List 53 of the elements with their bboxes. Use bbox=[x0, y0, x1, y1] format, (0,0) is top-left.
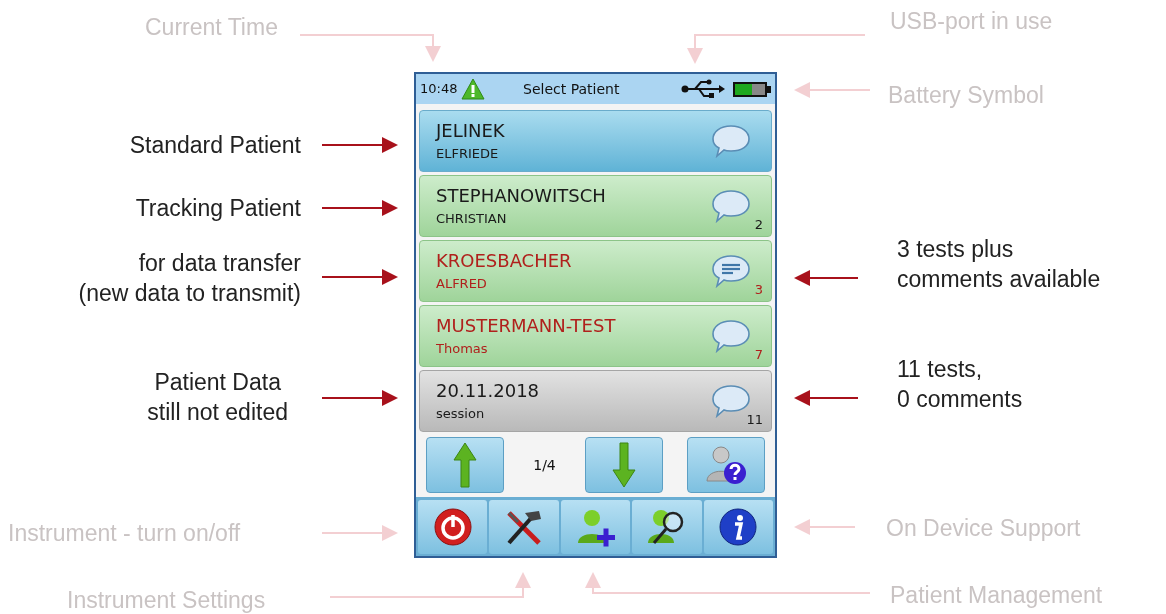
patient-row[interactable]: JELINEK ELFRIEDE bbox=[419, 110, 772, 172]
annotation-label: Patient Management bbox=[890, 581, 1103, 610]
page-indicator: 1/4 bbox=[532, 455, 557, 475]
annotation-label: Tracking Patient bbox=[135, 194, 301, 223]
patient-last-name: KROESBACHER bbox=[436, 251, 573, 271]
toolbar-button[interactable] bbox=[560, 500, 631, 554]
annotation-label: USB-port in use bbox=[890, 7, 1053, 36]
toolbar-button[interactable] bbox=[703, 500, 774, 554]
patient-last-name: JELINEK bbox=[436, 121, 506, 141]
annotation-label: for data transfer (new data to transmit) bbox=[78, 249, 301, 308]
test-count: 3 bbox=[754, 280, 763, 299]
test-count: 7 bbox=[754, 345, 763, 364]
annotation-label: Instrument Settings bbox=[67, 586, 266, 614]
annotation-label: Current Time bbox=[145, 13, 278, 42]
toolbar-button[interactable] bbox=[489, 500, 559, 554]
power-icon bbox=[432, 507, 473, 547]
comment-lines-icon bbox=[711, 253, 751, 289]
test-count: 11 bbox=[746, 410, 763, 429]
annotation-label: Patient Data still not edited bbox=[147, 368, 288, 427]
speech-bubble-icon bbox=[711, 318, 751, 354]
annotation-label: Standard Patient bbox=[129, 131, 301, 160]
patient-row[interactable]: STEPHANOWITSCH CHRISTIAN 2 bbox=[419, 175, 772, 237]
patient-last-name: 20.11.2018 bbox=[436, 381, 541, 401]
speech-bubble-icon bbox=[711, 188, 751, 224]
patient-first-name: ALFRED bbox=[436, 277, 488, 291]
current-time: 10:48 bbox=[420, 80, 458, 99]
info-icon bbox=[718, 507, 759, 547]
patient-row[interactable]: MUSTERMANN-TEST Thomas 7 bbox=[419, 305, 772, 367]
annotation-label: Instrument - turn on/off bbox=[8, 519, 241, 548]
patient-first-name: Thomas bbox=[436, 342, 489, 356]
speech-bubble-icon bbox=[711, 123, 751, 159]
leader-arrow bbox=[794, 519, 856, 535]
patient-first-name: session bbox=[436, 407, 486, 421]
down-arrow-icon bbox=[612, 442, 636, 488]
patient-last-name: STEPHANOWITSCH bbox=[436, 186, 607, 206]
annotation-label: 11 tests, 0 comments bbox=[897, 355, 1023, 414]
up-arrow-icon bbox=[453, 442, 477, 488]
person-with-question-icon bbox=[704, 443, 748, 487]
patient-first-name: ELFRIEDE bbox=[436, 147, 500, 161]
leader-arrow bbox=[794, 270, 859, 286]
toolbar-button[interactable] bbox=[418, 500, 488, 554]
patient-row[interactable]: 20.11.2018 session 11 bbox=[419, 370, 772, 432]
annotation-label: On Device Support bbox=[886, 514, 1081, 543]
patient-last-name: MUSTERMANN-TEST bbox=[436, 316, 617, 336]
patient-first-name: CHRISTIAN bbox=[436, 212, 508, 226]
patient-row[interactable]: KROESBACHER ALFRED 3 bbox=[419, 240, 772, 302]
screen-title: Select Patient bbox=[522, 79, 621, 99]
test-count: 2 bbox=[754, 215, 763, 234]
leader-arrow bbox=[794, 390, 859, 406]
annotation-label: 3 tests plus comments available bbox=[897, 235, 1101, 294]
toolbar-button[interactable] bbox=[632, 500, 702, 554]
patient-help-button[interactable] bbox=[687, 437, 765, 493]
annotation-label: Battery Symbol bbox=[888, 81, 1044, 110]
